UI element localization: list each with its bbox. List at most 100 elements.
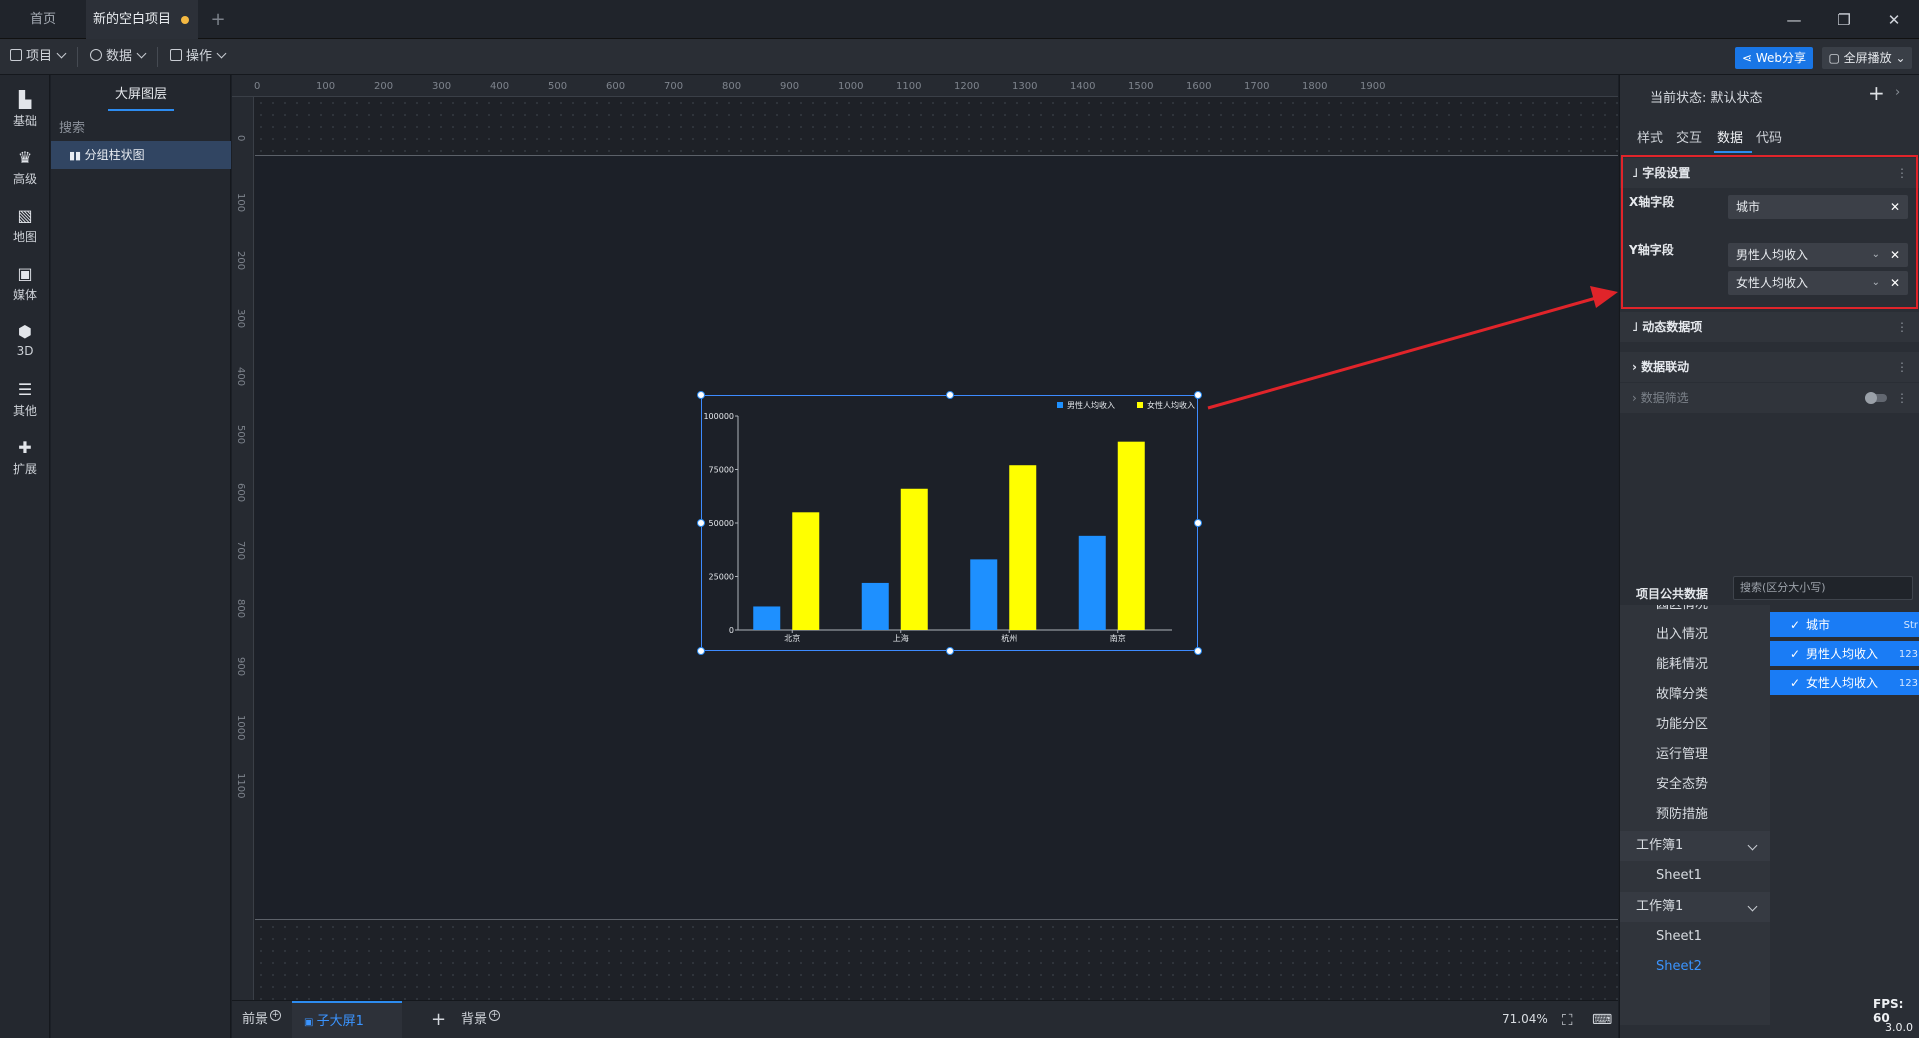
section-data-linkage[interactable]: › 数据联动 ⋮ xyxy=(1620,352,1919,382)
rail-item-basic[interactable]: ▙ 基础 xyxy=(0,81,50,137)
ruler-tick-label: 300 xyxy=(235,309,246,329)
tab-style[interactable]: 样式 xyxy=(1637,127,1663,146)
add-state-icon[interactable]: + xyxy=(1868,81,1885,105)
resize-handle[interactable] xyxy=(1194,519,1202,527)
tab-code[interactable]: 代码 xyxy=(1756,127,1782,146)
resize-handle[interactable] xyxy=(697,647,705,655)
ruler-tick-label: 900 xyxy=(235,657,246,677)
properties-panel: 当前状态: 默认状态 + › 样式 交互 数据 代码 ˩ 字段设置 ⋮ X轴字段 … xyxy=(1619,75,1919,1038)
ruler-tick-label: 1600 xyxy=(1186,81,1212,92)
list-group-workbook[interactable]: 工作簿1 xyxy=(1620,831,1770,861)
resize-handle[interactable] xyxy=(697,519,705,527)
bar xyxy=(900,488,928,630)
add-screen-icon[interactable]: + xyxy=(431,1001,446,1038)
list-item[interactable]: Sheet1 xyxy=(1620,922,1770,952)
rail-item-map[interactable]: ▧ 地图 xyxy=(0,197,50,253)
field-type: Str xyxy=(1903,620,1918,631)
more-icon[interactable]: ⋮ xyxy=(1896,352,1908,382)
y-tick-label: 50000 xyxy=(709,519,734,528)
list-item[interactable]: 运行管理 xyxy=(1620,740,1770,770)
menu-project[interactable]: 项目 xyxy=(10,39,67,75)
chevron-right-icon[interactable]: › xyxy=(1895,85,1900,100)
menu-operation[interactable]: 操作 xyxy=(170,39,227,75)
field-name: 女性人均收入 xyxy=(1806,676,1879,690)
add-circle-icon[interactable]: + xyxy=(270,1010,282,1021)
public-data-list: 园区情况 出入情况 能耗情况 故障分类 功能分区 运行管理 安全态势 预防措施 … xyxy=(1620,605,1770,1025)
menu-operation-label: 操作 xyxy=(186,49,213,64)
ruler-tick-label: 600 xyxy=(235,483,246,503)
layer-item-label: 分组柱状图 xyxy=(84,148,145,162)
map-icon: ▧ xyxy=(17,206,33,225)
new-tab-plus-icon[interactable]: + xyxy=(206,8,230,32)
tab-interaction[interactable]: 交互 xyxy=(1676,127,1702,146)
web-share-button[interactable]: ⋖ Web分享 xyxy=(1735,47,1813,69)
rail-item-other[interactable]: ☰ 其他 xyxy=(0,371,50,427)
ruler-tick-label: 1000 xyxy=(838,81,864,92)
fullscreen-label: 全屏播放 xyxy=(1843,51,1892,65)
ruler-tick-label: 1200 xyxy=(954,81,980,92)
grouped-bar-chart[interactable]: 0 25000 50000 75000 100000 北京 上海 杭州 南京 男性人均收入 女性人均… xyxy=(697,391,1202,655)
public-field-female-income[interactable]: ✓ 女性人均收入 123 xyxy=(1770,670,1919,697)
ruler-tick-label: 900 xyxy=(780,81,800,92)
menu-project-label: 项目 xyxy=(26,49,53,64)
list-item[interactable]: 能耗情况 xyxy=(1620,650,1770,680)
cube-icon: ⬢ xyxy=(18,322,32,341)
y-tick-label: 25000 xyxy=(709,573,734,582)
list-item[interactable]: 出入情况 xyxy=(1620,620,1770,650)
rail-item-3d[interactable]: ⬢ 3D xyxy=(0,313,50,369)
rail-item-advanced[interactable]: ♛ 高级 xyxy=(0,139,50,195)
resize-handle[interactable] xyxy=(945,647,954,655)
resize-handle[interactable] xyxy=(945,391,954,399)
section-dynamic-data[interactable]: ˩ 动态数据项 ⋮ xyxy=(1620,312,1919,342)
layer-item-grouped-bar[interactable]: ▮▮ 分组柱状图 xyxy=(51,141,231,169)
rail-item-extend[interactable]: ✚ 扩展 xyxy=(0,429,50,485)
bar xyxy=(970,559,998,630)
resize-handle[interactable] xyxy=(1194,647,1202,655)
layer-panel-title[interactable]: 大屏图层 xyxy=(51,83,231,102)
section-title: 数据筛选 xyxy=(1640,391,1689,405)
ruler-tick-label: 1500 xyxy=(1128,81,1154,92)
title-bar: 首页 新的空白项目 + — ❐ ✕ xyxy=(0,0,1919,39)
list-item[interactable]: 功能分区 xyxy=(1620,710,1770,740)
rail-label: 3D xyxy=(16,344,34,358)
menu-data-label: 数据 xyxy=(106,49,133,64)
list-item[interactable]: 园区情况 xyxy=(1620,605,1770,620)
tab-home[interactable]: 首页 xyxy=(0,0,86,39)
filter-toggle[interactable] xyxy=(1865,392,1887,404)
list-item[interactable]: 故障分类 xyxy=(1620,680,1770,710)
rail-item-media[interactable]: ▣ 媒体 xyxy=(0,255,50,311)
keyboard-icon[interactable]: ⌨ xyxy=(1592,1001,1612,1038)
bar xyxy=(861,582,889,630)
more-icon[interactable]: ⋮ xyxy=(1896,312,1908,342)
tab-data[interactable]: 数据 xyxy=(1717,127,1743,146)
list-item-selected[interactable]: Sheet2 xyxy=(1620,952,1770,982)
list-item[interactable]: Sheet1 xyxy=(1620,861,1770,891)
tab-background[interactable]: 背景 + xyxy=(461,1001,501,1038)
close-icon[interactable]: ✕ xyxy=(1882,8,1906,32)
more-icon[interactable]: ⋮ xyxy=(1896,383,1908,413)
fit-screen-icon[interactable]: ⛶ xyxy=(1562,1001,1573,1038)
add-circle-icon[interactable]: + xyxy=(489,1010,501,1021)
public-data-search-input[interactable]: 搜索(区分大小写) xyxy=(1733,576,1913,600)
group-label: 工作簿1 xyxy=(1636,899,1684,914)
restore-icon[interactable]: ❐ xyxy=(1832,8,1856,32)
public-field-male-income[interactable]: ✓ 男性人均收入 123 xyxy=(1770,641,1919,668)
list-group-workbook[interactable]: 工作簿1 xyxy=(1620,892,1770,922)
rail-label: 基础 xyxy=(12,114,37,128)
list-item[interactable]: 安全态势 xyxy=(1620,770,1770,800)
resize-handle[interactable] xyxy=(1194,391,1202,399)
resize-handle[interactable] xyxy=(697,391,705,399)
ruler-tick-label: 400 xyxy=(235,367,246,387)
public-field-city[interactable]: ✓ 城市 Str xyxy=(1770,612,1919,639)
layer-search-input[interactable]: 搜索 xyxy=(59,118,223,140)
menu-data[interactable]: 数据 xyxy=(90,39,147,75)
tab-foreground[interactable]: 前景 + xyxy=(242,1001,282,1038)
tab-underline xyxy=(108,109,174,111)
fullscreen-button[interactable]: ▢ 全屏播放 ⌄ xyxy=(1822,47,1912,69)
list-item[interactable]: 预防措施 xyxy=(1620,800,1770,830)
bar xyxy=(1078,535,1106,630)
minimize-icon[interactable]: — xyxy=(1782,8,1806,32)
tab-sub-screen[interactable]: ▣ 子大屏1 xyxy=(292,1001,402,1038)
share-icon: ⋖ xyxy=(1741,51,1756,65)
field-type: 123 xyxy=(1898,678,1918,689)
